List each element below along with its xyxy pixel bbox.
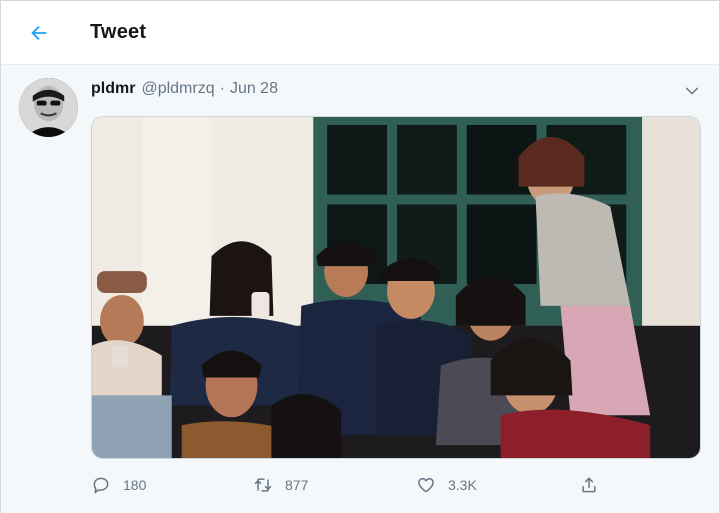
reply-count: 180 [123,477,147,493]
retweet-count: 877 [285,477,309,493]
tweet-photo[interactable] [91,116,701,459]
tweet-time[interactable]: Jun 28 [230,80,278,98]
user-handle[interactable]: @pldmrzq [141,80,214,98]
retweet-icon [254,478,272,492]
chevron-down-icon [685,87,699,95]
like-count: 3.3K [448,477,477,493]
arrow-left-icon [31,25,47,41]
reply-button[interactable]: 180 [91,470,146,500]
page-header: Tweet [1,1,719,65]
avatar[interactable] [19,78,78,137]
separator-dot: · [219,80,225,97]
group-photo-image [92,117,700,458]
share-button[interactable] [579,470,599,500]
back-button[interactable] [21,15,57,51]
profile-avatar-image [19,78,78,137]
heart-icon [418,478,434,493]
comment-icon [93,477,109,494]
page-title: Tweet [90,21,147,43]
display-name[interactable]: pldmr [91,80,135,98]
tweet-menu-button[interactable] [681,80,703,102]
tweet-header: pldmr @pldmrzq · Jun 28 [91,80,278,102]
tweet: pldmr @pldmrzq · Jun 28 180 877 3.3K [1,66,719,512]
like-button[interactable]: 3.3K [416,470,477,500]
retweet-button[interactable]: 877 [253,470,308,500]
share-icon [582,477,596,493]
tweet-actions: 180 877 3.3K [91,470,611,500]
